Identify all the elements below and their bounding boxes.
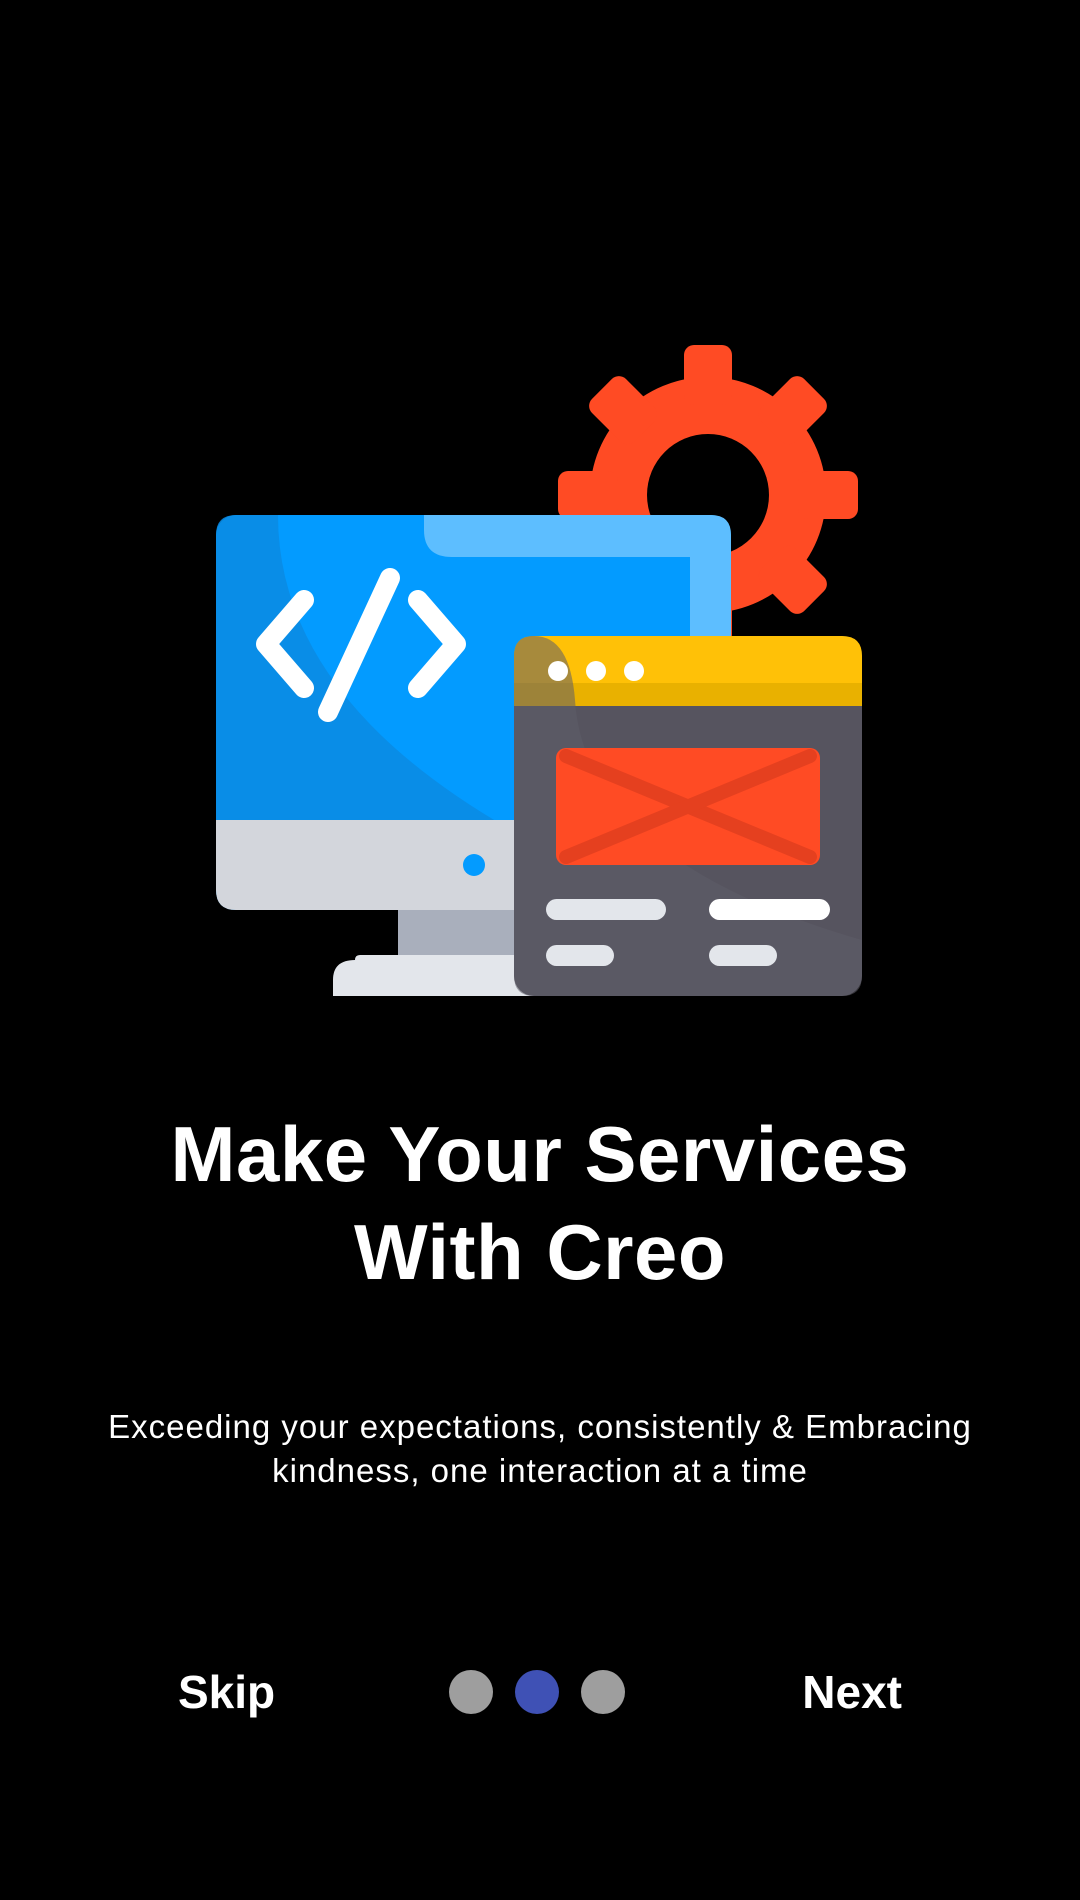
title-line-2: With Creo: [353, 1208, 727, 1296]
page-indicator: [449, 1670, 625, 1714]
skip-button[interactable]: Skip: [178, 1660, 275, 1724]
page-dot-3[interactable]: [581, 1670, 625, 1714]
subtitle-line-1: Exceeding your expectations, consistentl…: [108, 1408, 972, 1445]
web-development-illustration: [216, 345, 862, 996]
page-title: Make Your Services With Creo: [0, 1105, 1080, 1301]
page-dot-1[interactable]: [449, 1670, 493, 1714]
subtitle-line-2: kindness, one interaction at a time: [272, 1452, 808, 1489]
page-dot-2-active[interactable]: [515, 1670, 559, 1714]
title-line-1: Make Your Services: [170, 1110, 910, 1198]
browser-window-icon: [514, 636, 862, 996]
onboarding-nav: Skip Next: [0, 1660, 1080, 1724]
next-button[interactable]: Next: [802, 1660, 902, 1724]
subtitle: Exceeding your expectations, consistentl…: [60, 1405, 1020, 1493]
